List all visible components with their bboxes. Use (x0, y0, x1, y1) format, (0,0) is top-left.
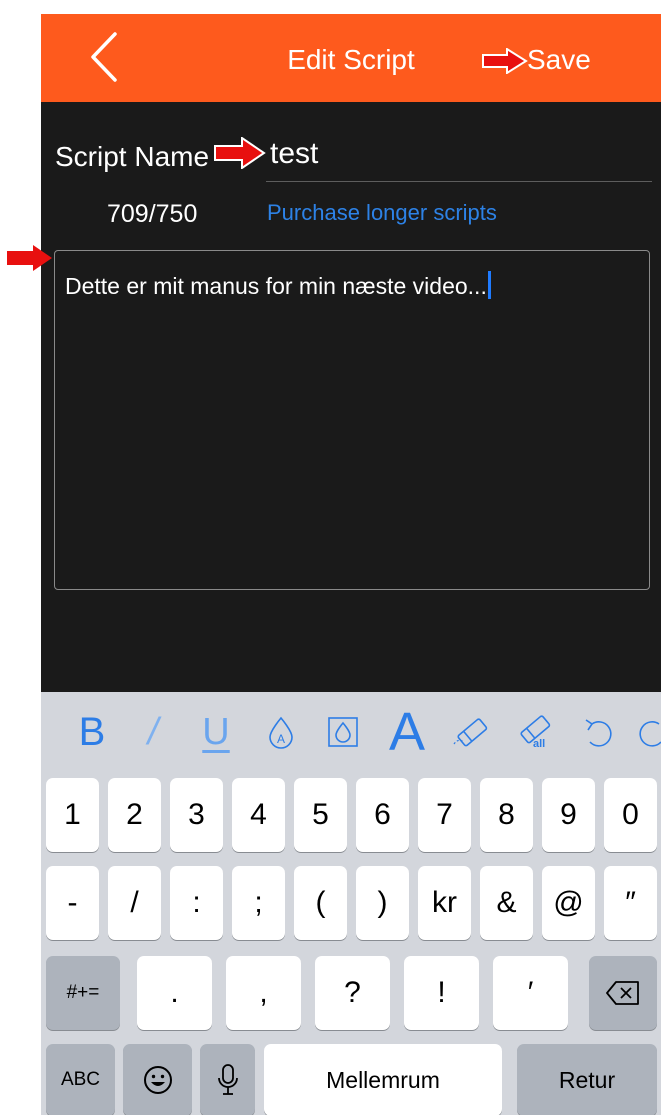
return-key[interactable]: Retur (517, 1044, 657, 1115)
text-color-drop-icon: A (269, 716, 293, 749)
key-8[interactable]: 8 (480, 778, 533, 852)
key-period[interactable]: . (137, 956, 212, 1030)
red-arrow-annotation-icon (214, 137, 266, 169)
key-abc[interactable]: ABC (46, 1044, 115, 1115)
app-screen: Edit Script Save Script Name test 709/75… (41, 14, 661, 1115)
key-currency[interactable]: kr (418, 866, 471, 940)
key-exclamation[interactable]: ! (404, 956, 479, 1030)
font-size-icon: A (388, 702, 426, 762)
text-color-button[interactable]: A (259, 700, 303, 764)
script-text-content: Dette er mit manus for min næste video..… (65, 271, 491, 300)
italic-button[interactable]: / (133, 700, 173, 764)
background-color-drop-icon (328, 717, 358, 747)
backspace-icon (606, 981, 639, 1005)
format-toolbar: B / U A A all (41, 692, 661, 774)
eraser-all-button[interactable]: all (509, 700, 559, 764)
keyboard: B / U A A all 1 2 3 4 5 6 7 8 9 0 - /: … (41, 692, 661, 1115)
font-size-button[interactable]: A (379, 700, 435, 764)
eraser-icon (453, 718, 488, 747)
script-name-label: Script Name (55, 141, 210, 172)
save-button[interactable]: Save (527, 44, 591, 76)
key-slash[interactable]: / (108, 866, 161, 940)
svg-text:A: A (277, 732, 285, 746)
key-ampersand[interactable]: & (480, 866, 533, 940)
key-0[interactable]: 0 (604, 778, 657, 852)
redo-button[interactable] (633, 700, 661, 764)
key-4[interactable]: 4 (232, 778, 285, 852)
key-3[interactable]: 3 (170, 778, 223, 852)
key-hyphen[interactable]: - (46, 866, 99, 940)
emoji-icon (143, 1066, 172, 1094)
key-symbols-shift[interactable]: #+= (46, 956, 120, 1030)
key-6[interactable]: 6 (356, 778, 409, 852)
character-count: 709/750 (107, 200, 198, 228)
script-text-area[interactable]: Dette er mit manus for min næste video..… (54, 250, 650, 590)
key-comma[interactable]: , (226, 956, 301, 1030)
text-caret (487, 271, 491, 299)
key-at[interactable]: @ (542, 866, 595, 940)
purchase-longer-scripts-link[interactable]: Purchase longer scripts (267, 200, 497, 226)
microphone-icon (217, 1064, 238, 1095)
emoji-key[interactable] (123, 1044, 192, 1115)
key-open-paren[interactable]: ( (294, 866, 347, 940)
script-name-input[interactable]: test (266, 132, 652, 182)
key-semicolon[interactable]: ; (232, 866, 285, 940)
nav-bar: Edit Script Save (41, 14, 661, 102)
underline-icon: U (202, 710, 230, 753)
eraser-button[interactable] (447, 700, 497, 764)
key-colon[interactable]: : (170, 866, 223, 940)
key-7[interactable]: 7 (418, 778, 471, 852)
key-1[interactable]: 1 (46, 778, 99, 852)
key-double-quote[interactable]: ″ (604, 866, 657, 940)
redo-icon (639, 721, 661, 747)
key-question[interactable]: ? (315, 956, 390, 1030)
undo-icon (585, 719, 612, 747)
key-2[interactable]: 2 (108, 778, 161, 852)
background-color-button[interactable] (321, 700, 365, 764)
red-arrow-annotation-icon (7, 245, 52, 271)
key-apostrophe[interactable]: ′ (493, 956, 568, 1030)
bold-icon: B (78, 709, 106, 754)
space-key[interactable]: Mellemrum (264, 1044, 502, 1115)
bold-button[interactable]: B (67, 700, 117, 764)
red-arrow-annotation-icon (482, 48, 528, 74)
dictation-key[interactable] (200, 1044, 255, 1115)
key-close-paren[interactable]: ) (356, 866, 409, 940)
italic-icon: / (147, 710, 159, 753)
underline-button[interactable]: U (191, 700, 241, 764)
script-text-value: Dette er mit manus for min næste video..… (65, 273, 487, 299)
key-9[interactable]: 9 (542, 778, 595, 852)
eraser-all-label: all (533, 738, 546, 750)
undo-button[interactable] (573, 700, 623, 764)
key-5[interactable]: 5 (294, 778, 347, 852)
backspace-key[interactable] (589, 956, 657, 1030)
